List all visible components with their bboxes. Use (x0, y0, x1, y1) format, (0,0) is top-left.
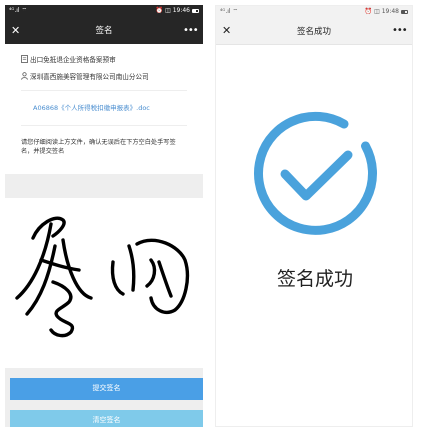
clear-signature-button[interactable]: 清空签名 (10, 410, 203, 427)
page-title: 签名成功 (296, 26, 331, 37)
close-icon[interactable]: ✕ (222, 24, 236, 37)
close-icon[interactable]: ✕ (11, 24, 25, 37)
signature-drawing (15, 216, 190, 338)
signal-indicator: ⁴ᴳ.ıl ⌔ (220, 8, 239, 15)
status-bar: ⁴ᴳ.ıl ⌔ ⏰ ◫ 19:48 (216, 6, 412, 17)
divider (21, 90, 187, 91)
company-name: 深圳喜西施美容管理有限公司南山分公司 (30, 72, 149, 81)
divider (21, 125, 187, 126)
user-icon (21, 71, 28, 80)
check-circle-icon (254, 111, 377, 235)
signature-pad[interactable] (5, 198, 203, 368)
page-title: 签名 (95, 26, 113, 36)
doc-title: 出口免抵退企业资格备案预审 (30, 55, 116, 64)
company-row: 深圳喜西施美容管理有限公司南山分公司 (21, 67, 187, 84)
status-time: ⏰ ◫ 19:48 (364, 8, 399, 15)
title-bar: ✕ 签名 ••• (5, 16, 203, 44)
success-message: 签名成功 (276, 268, 353, 290)
document-icon (21, 54, 28, 63)
attachment-link[interactable]: A06868《个人所得税扣缴申报表》.doc (21, 97, 187, 119)
success-indicator (216, 106, 412, 244)
success-screen: ⁴ᴳ.ıl ⌔ ⏰ ◫ 19:48 ✕ 签名成功 ••• 签名成功 (215, 5, 413, 427)
status-bar: ⁴ᴳ.ıl ⌔ ⏰ ◫ 19:46 (5, 5, 203, 16)
document-card: 出口免抵退企业资格备案预审 深圳喜西施美容管理有限公司南山分公司 A06868《… (5, 44, 203, 174)
title-bar: ✕ 签名成功 ••• (216, 17, 412, 45)
status-time: ⏰ ◫ 19:46 (155, 7, 190, 14)
battery-icon (192, 8, 199, 13)
more-icon[interactable]: ••• (392, 25, 408, 36)
sign-instruction: 请您仔细阅读上方文件，确认无误后在下方空白处手写签名，并提交签名 (21, 139, 176, 155)
more-icon[interactable]: ••• (183, 25, 199, 36)
signing-screen: ⁴ᴳ.ıl ⌔ ⏰ ◫ 19:46 ✕ 签名 ••• 出口免抵退企业资格备案预审… (5, 5, 203, 427)
battery-icon (401, 9, 408, 14)
submit-signature-button[interactable]: 提交签名 (10, 378, 203, 400)
doc-title-row: 出口免抵退企业资格备案预审 (21, 50, 187, 67)
signal-indicator: ⁴ᴳ.ıl ⌔ (9, 7, 28, 14)
